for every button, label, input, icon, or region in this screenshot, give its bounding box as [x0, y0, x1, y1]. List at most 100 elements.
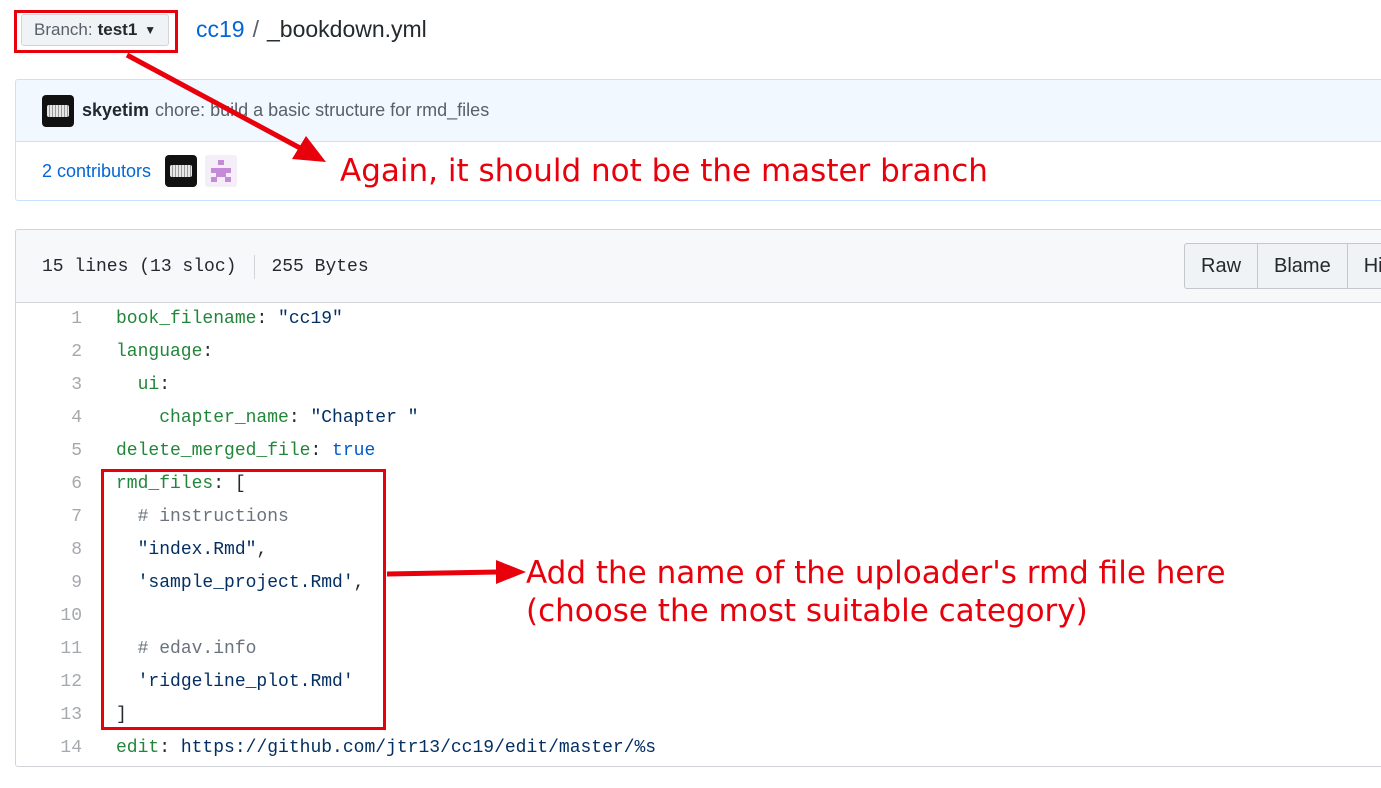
- code-line: 12 'ridgeline_plot.Rmd': [16, 666, 1381, 699]
- line-number[interactable]: 9: [16, 573, 82, 593]
- code-token: :: [310, 441, 333, 461]
- line-number[interactable]: 5: [16, 441, 82, 461]
- file-size: 255 Bytes: [271, 257, 369, 277]
- code-token: # edav.info: [137, 639, 257, 659]
- branch-annotation: Again, it should not be the master branc…: [340, 153, 988, 189]
- code-token: edit: [116, 738, 160, 758]
- branch-label: Branch:: [34, 20, 93, 39]
- code-line: 5 delete_merged_file: true: [16, 435, 1381, 468]
- code-line: 6 rmd_files: [: [16, 468, 1381, 501]
- code-line: 14 edit: https://github.com/jtr13/cc19/ed…: [16, 732, 1381, 765]
- file-viewer: 15 lines (13 sloc) 255 Bytes Raw Blame H…: [15, 229, 1381, 767]
- code-token: chapter_name: [159, 408, 289, 428]
- line-number[interactable]: 2: [16, 342, 82, 362]
- commit-author[interactable]: skyetim: [82, 100, 149, 121]
- line-number[interactable]: 14: [16, 738, 82, 758]
- line-number[interactable]: 6: [16, 474, 82, 494]
- code-line: 13]: [16, 699, 1381, 732]
- contributors-link[interactable]: 2 contributors: [42, 161, 151, 182]
- code-token: :: [202, 342, 214, 362]
- line-content: delete_merged_file: true: [116, 441, 375, 461]
- line-number[interactable]: 7: [16, 507, 82, 527]
- line-number[interactable]: 13: [16, 705, 82, 725]
- raw-button[interactable]: Raw: [1184, 243, 1259, 289]
- breadcrumb-separator: /: [252, 16, 259, 42]
- branch-value: test1: [97, 20, 138, 39]
- line-content: language:: [116, 342, 213, 362]
- code-token: ui: [137, 375, 160, 395]
- code-line: 4 chapter_name: "Chapter ": [16, 402, 1381, 435]
- code-token: ,: [353, 573, 365, 593]
- breadcrumb: cc19 / _bookdown.yml: [196, 16, 427, 43]
- code-token: : [: [213, 474, 246, 494]
- code-token: "Chapter ": [310, 408, 419, 428]
- code-token: rmd_files: [116, 474, 214, 494]
- file-name: _bookdown.yml: [266, 16, 427, 42]
- branch-selector[interactable]: Branch: test1 ▼: [21, 14, 170, 46]
- code-token: ,: [256, 540, 268, 560]
- line-number[interactable]: 1: [16, 309, 82, 329]
- code-token: 'sample_project.Rmd': [137, 573, 354, 593]
- code-line: 1 book_filename: "cc19": [16, 303, 1381, 336]
- code-token: :: [288, 408, 311, 428]
- line-number[interactable]: 12: [16, 672, 82, 692]
- line-content: # instructions: [116, 507, 289, 527]
- history-button[interactable]: Hi: [1346, 243, 1381, 289]
- file-header: 15 lines (13 sloc) 255 Bytes Raw Blame H…: [16, 230, 1381, 303]
- code-token: language: [116, 342, 203, 362]
- code-line: 7 # instructions: [16, 501, 1381, 534]
- line-content: edit: https://github.com/jtr13/cc19/edit…: [116, 738, 656, 758]
- code-token: :: [256, 309, 279, 329]
- line-content: ui:: [116, 375, 170, 395]
- commit-message[interactable]: chore: build a basic structure for rmd_f…: [155, 100, 489, 121]
- code-token: "index.Rmd": [137, 540, 257, 560]
- divider: [254, 255, 256, 279]
- latest-commit: skyetim chore: build a basic structure f…: [16, 80, 1381, 142]
- line-content: book_filename: "cc19": [116, 309, 343, 329]
- rmd-annotation-line2: (choose the most suitable category): [526, 593, 1088, 629]
- line-content: 'sample_project.Rmd',: [116, 573, 365, 593]
- line-number[interactable]: 10: [16, 606, 82, 626]
- line-count: 15 lines (13 sloc): [42, 257, 237, 277]
- author-avatar[interactable]: [42, 94, 74, 127]
- code-line: 11 # edav.info: [16, 633, 1381, 666]
- file-info: 15 lines (13 sloc) 255 Bytes: [42, 255, 369, 279]
- code-token: delete_merged_file: [116, 441, 311, 461]
- code-token: ]: [116, 705, 127, 725]
- code-token: true: [332, 441, 376, 461]
- line-number[interactable]: 4: [16, 408, 82, 428]
- line-number[interactable]: 3: [16, 375, 82, 395]
- line-content: ]: [116, 705, 127, 725]
- repo-link[interactable]: cc19: [196, 16, 245, 43]
- rmd-annotation-line1: Add the name of the uploader's rmd file …: [526, 555, 1226, 591]
- code-line: 2 language:: [16, 336, 1381, 369]
- code-token: # instructions: [137, 507, 289, 527]
- code-view: 1 book_filename: "cc19" 2 language: 3 ui: 4 c…: [16, 303, 1381, 765]
- contributor-avatar[interactable]: [165, 155, 198, 187]
- line-content: 'ridgeline_plot.Rmd': [116, 672, 354, 692]
- contributor-avatar[interactable]: [205, 155, 238, 187]
- code-token: :: [159, 738, 181, 758]
- line-content: "index.Rmd",: [116, 540, 268, 560]
- line-number[interactable]: 8: [16, 540, 82, 560]
- code-line: 3 ui:: [16, 369, 1381, 402]
- line-content: chapter_name: "Chapter ": [116, 408, 418, 428]
- line-content: rmd_files: [: [116, 474, 246, 494]
- file-actions: Raw Blame Hi: [1184, 243, 1381, 289]
- line-number[interactable]: 11: [16, 639, 82, 659]
- code-token: :: [159, 375, 171, 395]
- code-token: 'ridgeline_plot.Rmd': [137, 672, 354, 692]
- code-token: https://github.com/jtr13/cc19/edit/maste…: [180, 738, 657, 758]
- caret-down-icon: ▼: [144, 23, 157, 37]
- code-token: book_filename: [116, 309, 257, 329]
- code-token: "cc19": [278, 309, 343, 329]
- line-content: # edav.info: [116, 639, 257, 659]
- blame-button[interactable]: Blame: [1257, 243, 1348, 289]
